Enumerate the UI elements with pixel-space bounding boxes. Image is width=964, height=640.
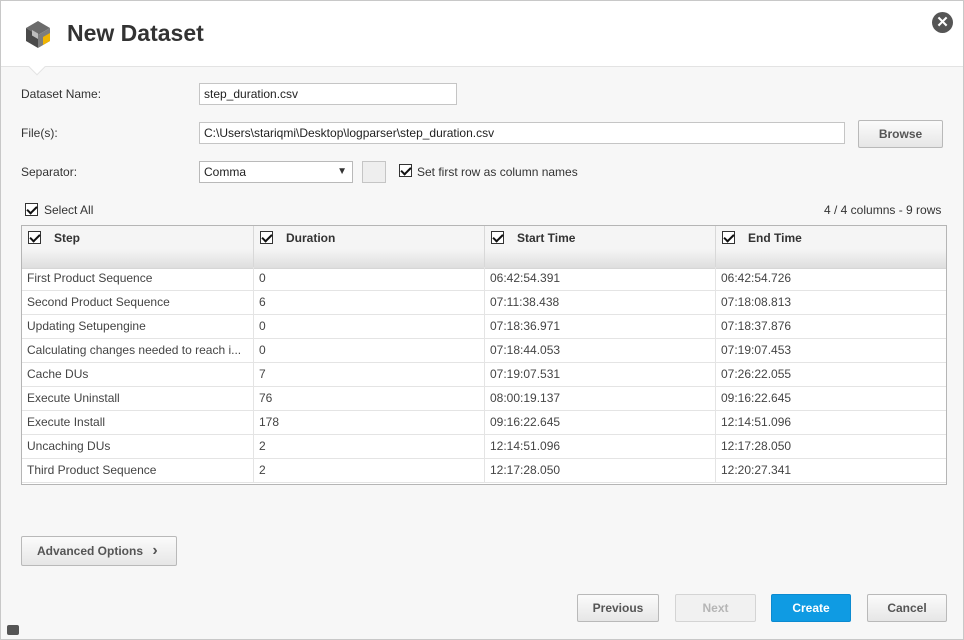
- first-row-label: Set first row as column names: [417, 165, 578, 179]
- cell-duration: 0: [254, 339, 485, 363]
- dialog-title: New Dataset: [67, 20, 204, 46]
- column-label-duration: Duration: [286, 231, 336, 245]
- cell-end-time: 09:16:22.645: [721, 391, 792, 405]
- cell-start-time: 12:14:51.096: [485, 435, 716, 459]
- column-label-step: Step: [54, 231, 81, 245]
- table-row[interactable]: Execute Uninstall 76 08:00:19.137 09:16:…: [22, 387, 946, 411]
- cell-end-time: 12:20:27.341: [721, 463, 792, 477]
- chevron-right-icon: ›: [152, 542, 158, 559]
- column-checkbox-duration[interactable]: [260, 231, 273, 244]
- separator-label: Separator:: [21, 165, 78, 179]
- cell-step: Second Product Sequence: [22, 291, 254, 315]
- advanced-options-label: Advanced Options: [37, 544, 144, 558]
- select-all-checkbox[interactable]: [25, 203, 38, 216]
- cell-end-time: 12:14:51.096: [721, 415, 792, 429]
- cell-end-time: 07:26:22.055: [721, 367, 792, 381]
- cell-end-time: 07:19:07.453: [721, 343, 792, 357]
- table-row[interactable]: Calculating changes needed to reach i...…: [22, 339, 946, 363]
- cell-start-time: 08:00:19.137: [485, 387, 716, 411]
- cell-step: Execute Uninstall: [22, 387, 254, 411]
- table-row[interactable]: Updating Setupengine 0 07:18:36.971 07:1…: [22, 315, 946, 339]
- cell-end-time: 07:18:08.813: [721, 295, 792, 309]
- cell-step: Third Product Sequence: [22, 459, 254, 483]
- dataset-name-label: Dataset Name:: [21, 87, 102, 101]
- cell-end-time: 07:18:37.876: [721, 319, 792, 333]
- cell-step: Execute Install: [22, 411, 254, 435]
- dialog-header: New Dataset ✕: [1, 1, 963, 67]
- advanced-options-button[interactable]: Advanced Options ›: [21, 536, 177, 566]
- column-header-duration[interactable]: Duration: [254, 226, 485, 269]
- table-row[interactable]: First Product Sequence 0 06:42:54.391 06…: [22, 267, 946, 291]
- table-header: Step Duration Start Time End Time: [22, 226, 946, 269]
- chevron-down-icon: ▼: [337, 166, 347, 177]
- chat-icon[interactable]: [7, 625, 19, 635]
- preview-table: Step Duration Start Time End Time First …: [21, 225, 947, 485]
- cell-step: Cache DUs: [22, 363, 254, 387]
- cell-step: First Product Sequence: [22, 267, 254, 291]
- cell-start-time: 12:17:28.050: [485, 459, 716, 483]
- dataset-name-input[interactable]: step_duration.csv: [199, 83, 457, 105]
- column-header-start-time[interactable]: Start Time: [485, 226, 716, 269]
- separator-custom-field[interactable]: [362, 161, 386, 183]
- column-label-end-time: End Time: [748, 231, 802, 245]
- cell-end-time: 06:42:54.726: [721, 271, 792, 285]
- table-row[interactable]: Third Product Sequence 2 12:17:28.050 12…: [22, 459, 946, 483]
- table-row[interactable]: Uncaching DUs 2 12:14:51.096 12:17:28.05…: [22, 435, 946, 459]
- cell-duration: 7: [254, 363, 485, 387]
- column-checkbox-start-time[interactable]: [491, 231, 504, 244]
- cell-duration: 2: [254, 435, 485, 459]
- cell-end-time: 12:17:28.050: [721, 439, 792, 453]
- column-checkbox-end-time[interactable]: [722, 231, 735, 244]
- cube-logo-icon: [26, 21, 50, 48]
- select-all-label: Select All: [44, 203, 94, 217]
- table-row[interactable]: Second Product Sequence 6 07:11:38.438 0…: [22, 291, 946, 315]
- new-dataset-dialog: New Dataset ✕ Dataset Name: step_duratio…: [0, 0, 964, 640]
- cell-duration: 2: [254, 459, 485, 483]
- column-header-step[interactable]: Step: [22, 226, 254, 269]
- cell-start-time: 06:42:54.391: [485, 267, 716, 291]
- cell-start-time: 09:16:22.645: [485, 411, 716, 435]
- column-label-start-time: Start Time: [517, 231, 576, 245]
- table-summary: 4 / 4 columns - 9 rows: [824, 203, 942, 217]
- cell-duration: 6: [254, 291, 485, 315]
- cell-duration: 76: [254, 387, 485, 411]
- cell-duration: 178: [254, 411, 485, 435]
- column-header-end-time[interactable]: End Time: [716, 226, 946, 269]
- separator-value: Comma: [204, 165, 247, 179]
- separator-select[interactable]: Comma ▼: [199, 161, 353, 183]
- cell-step: Calculating changes needed to reach i...: [22, 339, 254, 363]
- files-input[interactable]: C:\Users\stariqmi\Desktop\logparser\step…: [199, 122, 845, 144]
- cell-start-time: 07:18:44.053: [485, 339, 716, 363]
- create-button[interactable]: Create: [771, 594, 851, 622]
- column-checkbox-step[interactable]: [28, 231, 41, 244]
- cell-start-time: 07:11:38.438: [485, 291, 716, 315]
- files-label: File(s):: [21, 126, 58, 140]
- cell-start-time: 07:18:36.971: [485, 315, 716, 339]
- next-button[interactable]: Next: [675, 594, 756, 622]
- table-row[interactable]: Execute Install 178 09:16:22.645 12:14:5…: [22, 411, 946, 435]
- close-icon[interactable]: ✕: [932, 12, 953, 33]
- previous-button[interactable]: Previous: [577, 594, 659, 622]
- first-row-checkbox[interactable]: [399, 164, 412, 177]
- cancel-button[interactable]: Cancel: [867, 594, 947, 622]
- cell-step: Updating Setupengine: [22, 315, 254, 339]
- cell-duration: 0: [254, 315, 485, 339]
- table-row[interactable]: Cache DUs 7 07:19:07.531 07:26:22.055: [22, 363, 946, 387]
- cell-duration: 0: [254, 267, 485, 291]
- cell-step: Uncaching DUs: [22, 435, 254, 459]
- cell-start-time: 07:19:07.531: [485, 363, 716, 387]
- browse-button[interactable]: Browse: [858, 120, 943, 148]
